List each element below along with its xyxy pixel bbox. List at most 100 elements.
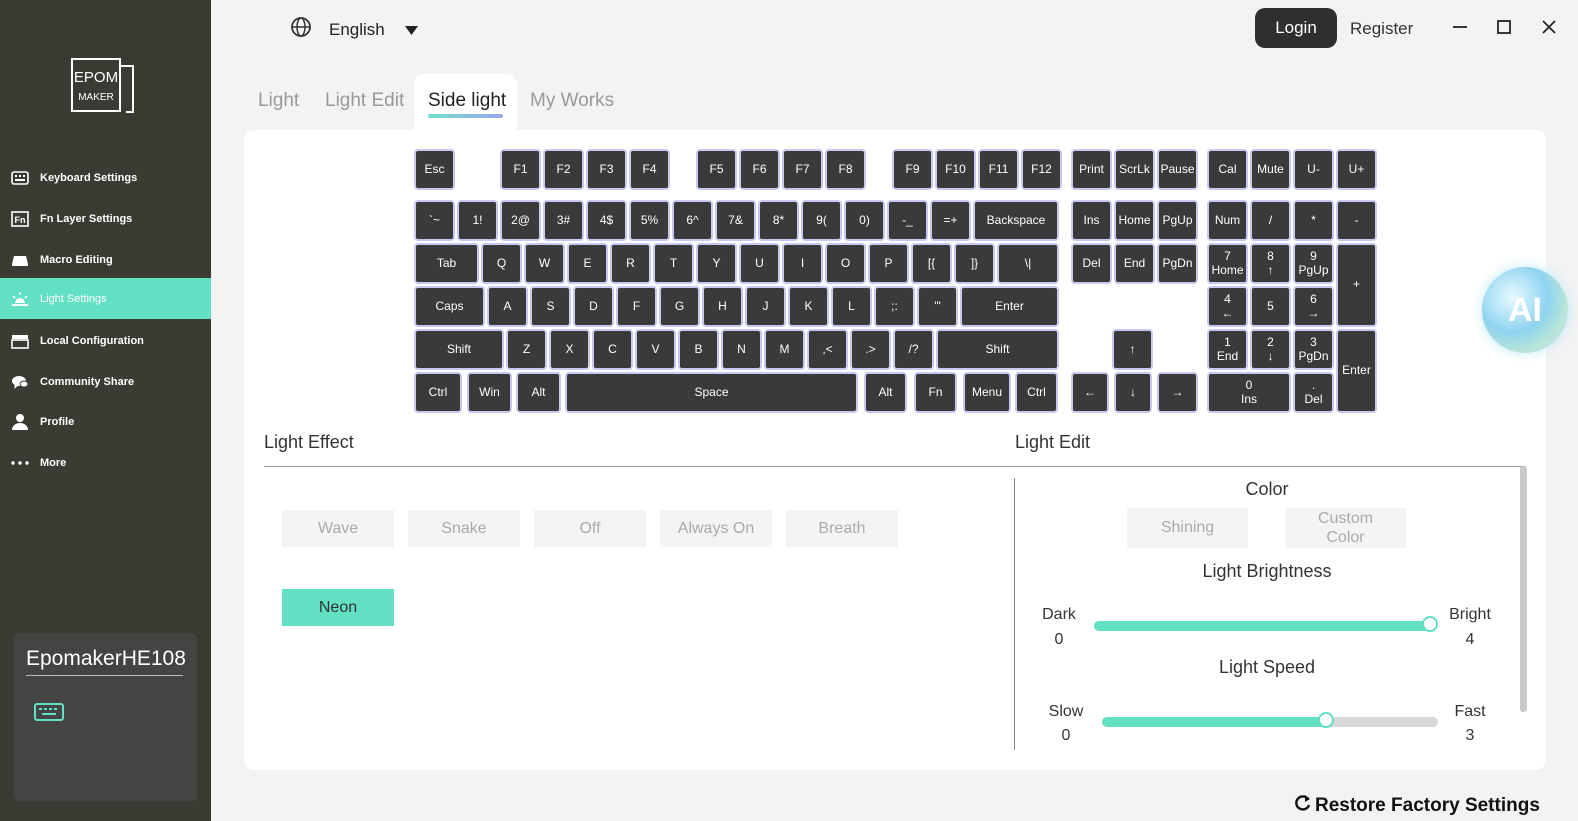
brightness-slider[interactable]	[1094, 616, 1438, 632]
minimize-icon[interactable]	[1450, 17, 1470, 37]
key[interactable]: 8 ↑	[1250, 243, 1291, 284]
key[interactable]: F3	[586, 149, 627, 190]
key[interactable]: -	[1336, 200, 1377, 241]
key[interactable]: Q	[481, 243, 522, 284]
key[interactable]: Esc	[414, 149, 455, 190]
color-shining-button[interactable]: Shining	[1127, 508, 1248, 548]
tab-my-works[interactable]: My Works	[530, 90, 614, 112]
login-button[interactable]: Login	[1255, 8, 1337, 48]
sidebar-item-community-share[interactable]: Community Share	[0, 361, 211, 402]
sidebar-item-keyboard-settings[interactable]: Keyboard Settings	[0, 157, 211, 198]
key[interactable]: Home	[1114, 200, 1155, 241]
key[interactable]: G	[659, 286, 700, 327]
key[interactable]: D	[573, 286, 614, 327]
key[interactable]: F4	[629, 149, 670, 190]
key[interactable]: +	[1336, 243, 1377, 327]
key[interactable]: 0 Ins	[1207, 372, 1291, 413]
key[interactable]: =+	[930, 200, 971, 241]
key[interactable]: 1!	[457, 200, 498, 241]
key[interactable]: ScrLk	[1114, 149, 1155, 190]
register-link[interactable]: Register	[1350, 19, 1413, 39]
sidebar-item-light-settings[interactable]: Light Settings	[0, 278, 211, 319]
effect-neon-button[interactable]: Neon	[282, 589, 394, 626]
key[interactable]: Pause	[1157, 149, 1198, 190]
tab-light[interactable]: Light	[258, 90, 299, 112]
key[interactable]: P	[868, 243, 909, 284]
key[interactable]: 3 PgDn	[1293, 329, 1334, 370]
scrollbar[interactable]	[1520, 466, 1527, 712]
key[interactable]: 6 →	[1293, 286, 1334, 327]
key[interactable]: /	[1250, 200, 1291, 241]
key[interactable]: E	[567, 243, 608, 284]
key[interactable]: ]}	[954, 243, 995, 284]
restore-factory-button[interactable]: Restore Factory Settings	[1294, 794, 1540, 818]
key[interactable]: 7&	[715, 200, 756, 241]
key[interactable]: 0)	[844, 200, 885, 241]
sidebar-item-local-configuration[interactable]: Local Configuration	[0, 320, 211, 361]
key[interactable]: F11	[978, 149, 1019, 190]
key[interactable]: Mute	[1250, 149, 1291, 190]
key[interactable]: N	[721, 329, 762, 370]
effect-always-on-button[interactable]: Always On	[660, 510, 772, 547]
key[interactable]: F5	[696, 149, 737, 190]
key[interactable]: X	[549, 329, 590, 370]
key[interactable]: F7	[782, 149, 823, 190]
key[interactable]: PgUp	[1157, 200, 1198, 241]
key[interactable]: Del	[1071, 243, 1112, 284]
key[interactable]: 5%	[629, 200, 670, 241]
key[interactable]: Space	[565, 372, 858, 413]
maximize-icon[interactable]	[1494, 17, 1514, 37]
device-card[interactable]: EpomakerHE108	[14, 633, 197, 801]
key[interactable]: Shift	[414, 329, 504, 370]
key[interactable]: ↓	[1114, 372, 1152, 413]
key[interactable]: F1	[500, 149, 541, 190]
key[interactable]: V	[635, 329, 676, 370]
key[interactable]: .>	[850, 329, 891, 370]
key[interactable]: Ins	[1071, 200, 1112, 241]
effect-off-button[interactable]: Off	[534, 510, 646, 547]
key[interactable]: Alt	[864, 372, 907, 413]
key[interactable]: End	[1114, 243, 1155, 284]
key[interactable]: A	[487, 286, 528, 327]
key[interactable]: U-	[1293, 149, 1334, 190]
close-icon[interactable]	[1539, 17, 1559, 37]
key[interactable]: . Del	[1293, 372, 1334, 413]
color-custom-button[interactable]: Custom Color	[1285, 508, 1406, 548]
key[interactable]: Tab	[414, 243, 479, 284]
key[interactable]: U+	[1336, 149, 1377, 190]
key[interactable]: 5	[1250, 286, 1291, 327]
key[interactable]: F8	[825, 149, 866, 190]
key[interactable]: 4$	[586, 200, 627, 241]
key[interactable]: 6^	[672, 200, 713, 241]
key[interactable]: Menu	[963, 372, 1011, 413]
effect-breath-button[interactable]: Breath	[786, 510, 898, 547]
key[interactable]: Alt	[516, 372, 561, 413]
key[interactable]: →	[1157, 372, 1198, 413]
key[interactable]: F10	[935, 149, 976, 190]
sidebar-item-more[interactable]: More	[0, 442, 211, 483]
key[interactable]: C	[592, 329, 633, 370]
key[interactable]: Backspace	[973, 200, 1059, 241]
key[interactable]: F9	[892, 149, 933, 190]
key[interactable]: /?	[893, 329, 934, 370]
key[interactable]: 8*	[758, 200, 799, 241]
key[interactable]: -_	[887, 200, 928, 241]
slider-thumb[interactable]	[1318, 712, 1334, 728]
key[interactable]: Cal	[1207, 149, 1248, 190]
sidebar-item-macro-editing[interactable]: Macro Editing	[0, 239, 211, 280]
key[interactable]: PgDn	[1157, 243, 1198, 284]
key[interactable]: 7 Home	[1207, 243, 1248, 284]
key[interactable]: F	[616, 286, 657, 327]
key[interactable]: ,<	[807, 329, 848, 370]
key[interactable]: Print	[1071, 149, 1112, 190]
key[interactable]: Fn	[914, 372, 957, 413]
key[interactable]: [{	[911, 243, 952, 284]
sidebar-item-fn-layer-settings[interactable]: Fn Fn Layer Settings	[0, 198, 211, 239]
key[interactable]: M	[764, 329, 805, 370]
key[interactable]: S	[530, 286, 571, 327]
speed-slider[interactable]	[1102, 712, 1438, 728]
key[interactable]: H	[702, 286, 743, 327]
key[interactable]: Z	[506, 329, 547, 370]
key[interactable]: R	[610, 243, 651, 284]
key[interactable]: 1 End	[1207, 329, 1248, 370]
